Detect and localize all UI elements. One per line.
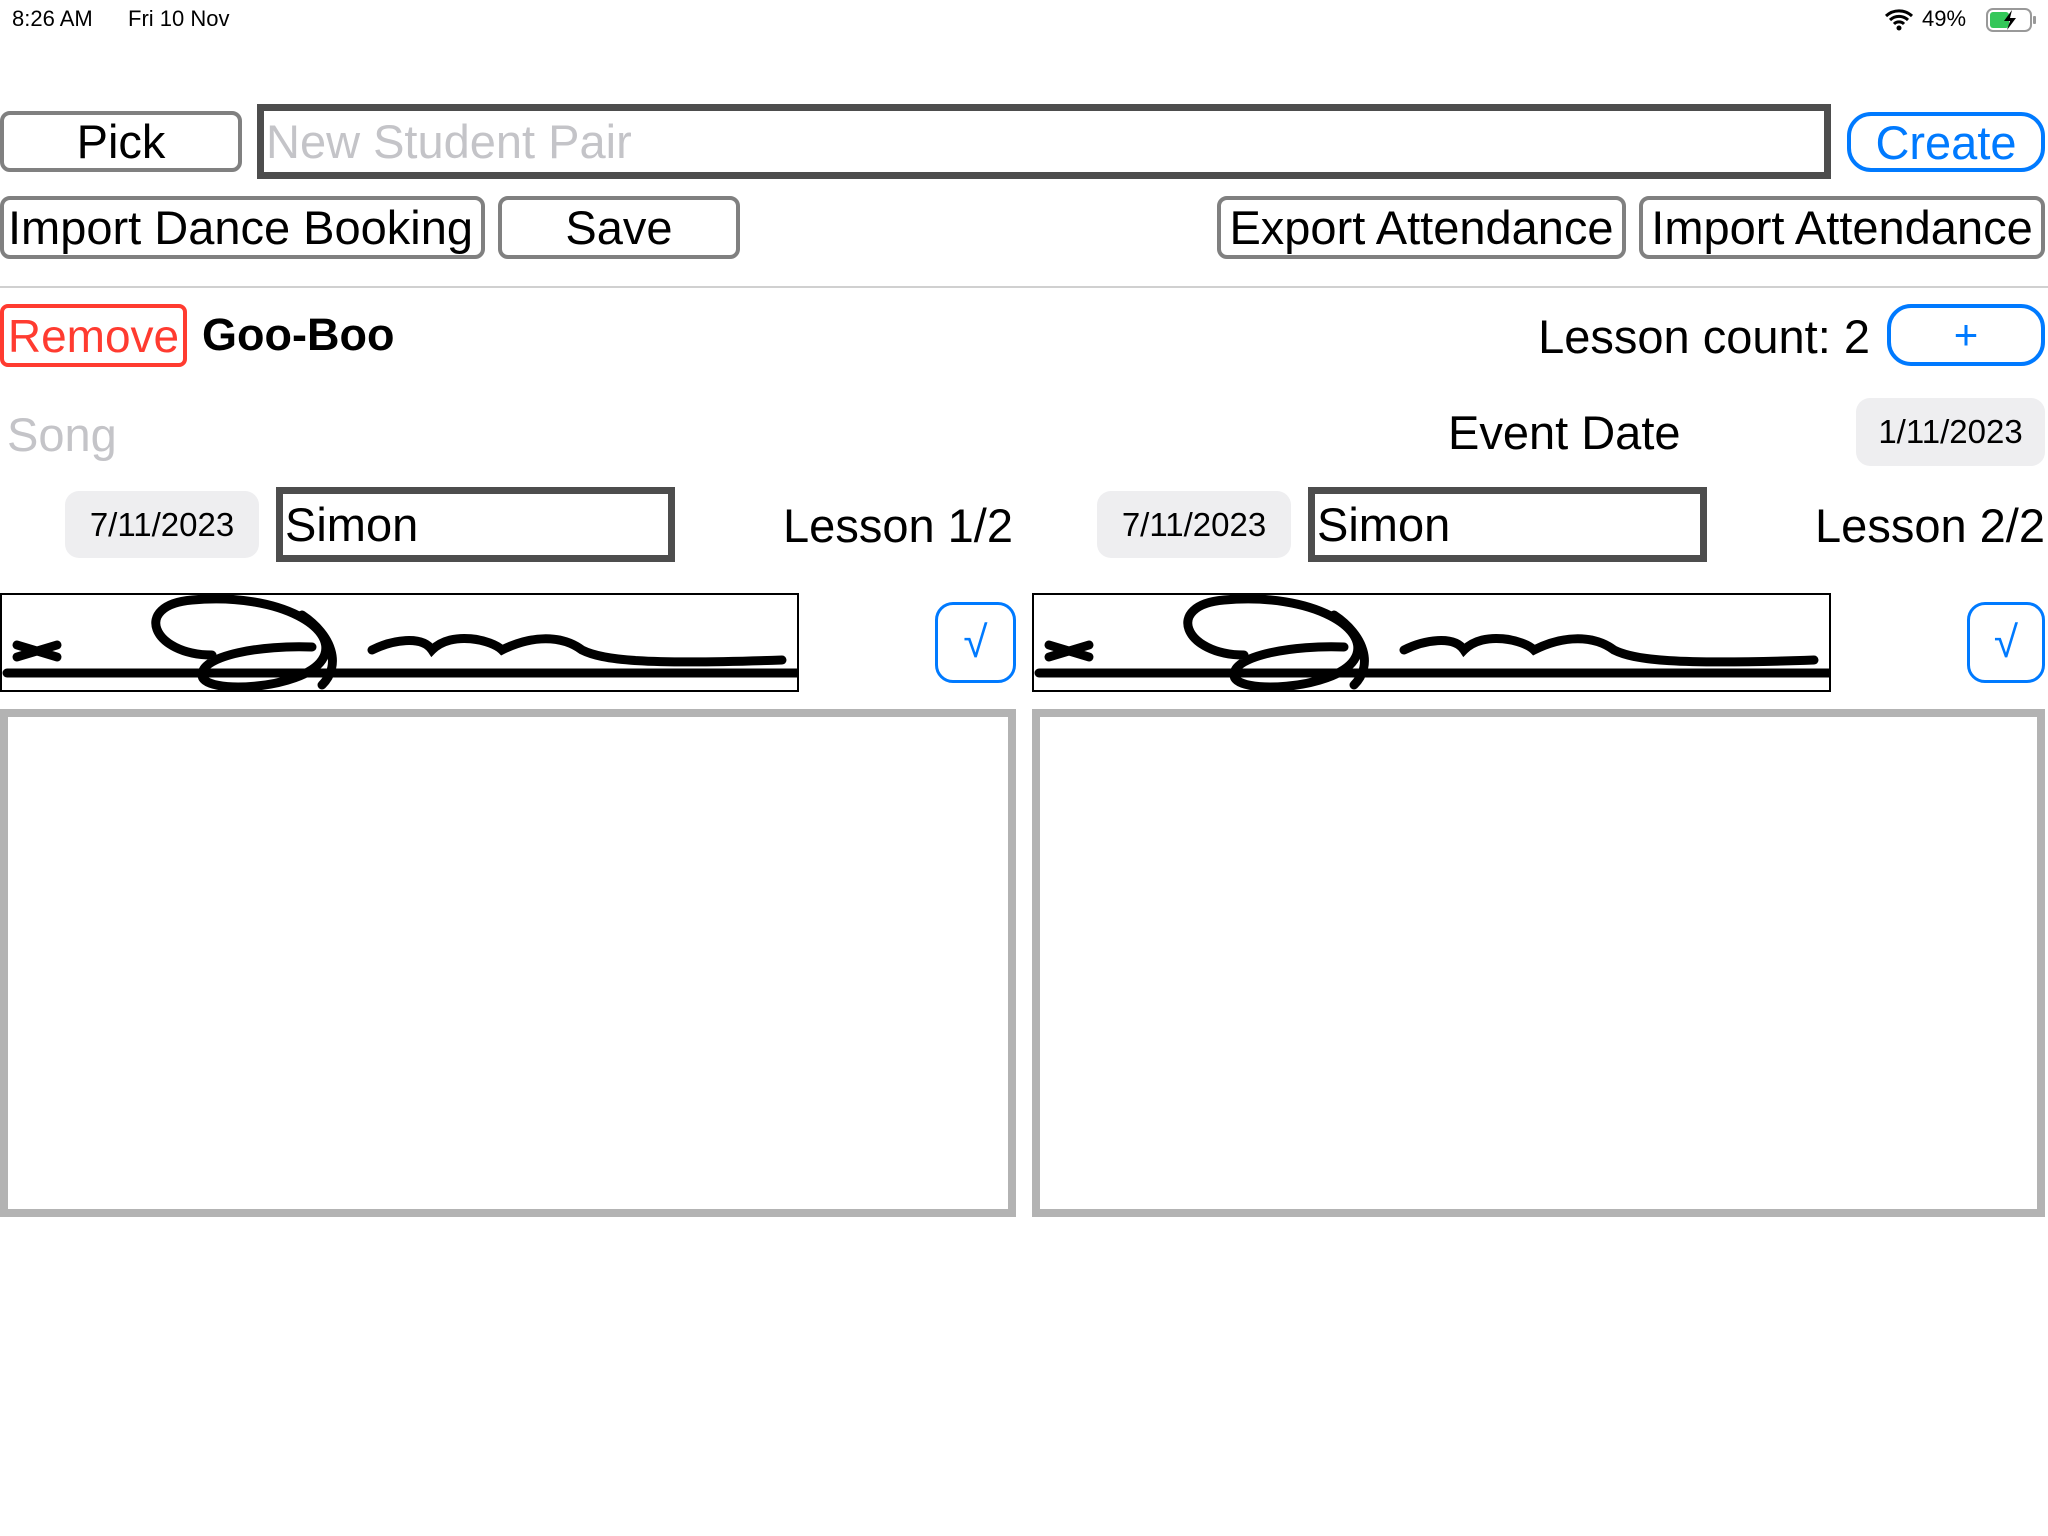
event-date-label: Event Date	[1448, 406, 1681, 459]
battery-percent: 49%	[1922, 6, 1967, 31]
export-attendance-button[interactable]: Export Attendance	[1217, 196, 1626, 259]
signature-pad[interactable]	[1032, 709, 2045, 1217]
lesson-label: Lesson 1/2	[783, 499, 1013, 552]
save-button[interactable]: Save	[498, 196, 740, 259]
confirm-lesson-button[interactable]: √	[1967, 602, 2045, 683]
pick-button[interactable]: Pick	[0, 111, 242, 172]
signature-image	[0, 593, 799, 692]
student-pair-placeholder: New Student Pair	[266, 115, 632, 168]
battery-charging-icon	[1986, 8, 2036, 32]
status-time: 8:26 AM	[12, 6, 93, 31]
lesson-date-picker[interactable]: 7/11/2023	[65, 491, 259, 558]
signature-pad[interactable]	[0, 709, 1016, 1217]
event-date-picker[interactable]: 1/11/2023	[1856, 398, 2045, 466]
import-attendance-button[interactable]: Import Attendance	[1639, 196, 2045, 259]
lesson-count: Lesson count: 2	[1538, 310, 1870, 363]
import-dance-booking-button[interactable]: Import Dance Booking	[0, 196, 485, 259]
divider	[0, 286, 2048, 288]
student-pair-input[interactable]: New Student Pair	[257, 104, 1831, 179]
teacher-input[interactable]: Simon	[276, 487, 675, 562]
signature-image	[1032, 593, 1831, 692]
add-lesson-button[interactable]: +	[1887, 304, 2045, 366]
teacher-input[interactable]: Simon	[1308, 487, 1707, 562]
pair-name: Goo-Boo	[202, 309, 395, 360]
lesson-date-picker[interactable]: 7/11/2023	[1097, 491, 1291, 558]
lesson-label: Lesson 2/2	[1815, 499, 2045, 552]
remove-button[interactable]: Remove	[0, 304, 187, 367]
song-input[interactable]: Song	[7, 407, 117, 462]
confirm-lesson-button[interactable]: √	[935, 602, 1016, 683]
status-date: Fri 10 Nov	[128, 6, 230, 31]
wifi-icon	[1884, 9, 1914, 31]
create-button[interactable]: Create	[1847, 112, 2045, 172]
